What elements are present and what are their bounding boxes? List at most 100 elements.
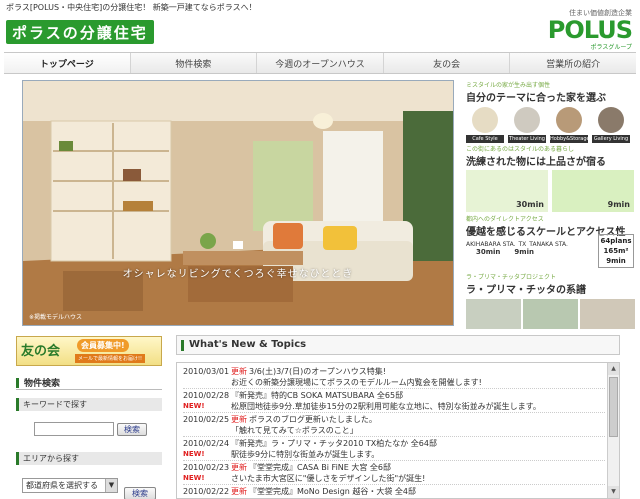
site-tagline: ポラス[POLUS・中央住宅]の分譲住宅！ 新築一戸建てならポラスへ！ [6, 3, 257, 12]
tea-cups-image: 9min [552, 170, 634, 212]
theme-theater[interactable]: Theater Living [508, 107, 546, 143]
lineage-images [466, 299, 636, 329]
promo-refined[interactable]: この街にあるのはスタイルのある暮らし 洗練された物には上品さが宿る 30min … [466, 144, 636, 214]
promo-lineage[interactable]: ラ・プリマ・チッタプロジェクト ラ・プリマ・チッタの系譜 [466, 272, 636, 329]
news-body[interactable]: 更新 3/6(土)3/7(日)のオープンハウス特集! お近くの新築分譲現場にてポラス… [231, 366, 605, 387]
promo-lineage-kicker: ラ・プリマ・チッタプロジェクト [466, 274, 557, 281]
news-title[interactable]: 『新発売』ラ・プリマ・チッタ2010 TX柏たなか 全64邸 [231, 438, 605, 449]
town-image [523, 299, 578, 329]
member-recruiting: 会員募集中! [77, 339, 129, 352]
prefecture-select[interactable]: 都道府県を選択する ▼ [22, 478, 118, 493]
news-body[interactable]: 更新 『堂堂完成』CASA Bi FiNE 大宮 全6邸 さいたま市大宮区に"優しさ… [231, 462, 605, 483]
news-title-text: 『新発売』特的CB SOKA MATSUBARA 全65邸 [231, 391, 404, 400]
theme-label: Theater Living [508, 135, 546, 143]
line-tx: TX [518, 241, 527, 248]
nav-top[interactable]: トップページ [4, 53, 131, 73]
nav-offices[interactable]: 営業所の紹介 [510, 53, 636, 73]
promo-refined-images: 30min 9min [466, 170, 636, 212]
lamp-icon [514, 107, 540, 133]
news-panel[interactable]: 2010/03/01 更新 3/6(土)3/7(日)のオープンハウス特集! お近くの新… [176, 362, 620, 499]
news-title[interactable]: 更新 3/6(土)3/7(日)のオープンハウス特集! [231, 366, 605, 377]
station-tanaka: TANAKA STA. [529, 241, 568, 248]
news-date: 2010/02/23 NEW! [183, 462, 231, 483]
hero-banner[interactable]: オシャレなリビングでくつろぐ幸せなひととき ※掲載モデルハウス [22, 80, 454, 326]
polus-brand[interactable]: 住まい価値創造企業 POLUS ポラスグループ [548, 8, 633, 51]
news-date: 2010/02/22 [183, 486, 231, 498]
promo-theme-kicker: ミスタイルの家が生み出す個性 [466, 82, 551, 89]
promo-theme[interactable]: ミスタイルの家が生み出す個性 自分のテーマに合った家を選ぶ Cafe Style… [466, 80, 636, 152]
news-list: 2010/03/01 更新 3/6(土)3/7(日)のオープンハウス特集! お近くの新… [183, 365, 605, 498]
member-banner[interactable]: 友の会 会員募集中! メールで最新情報をお届け!! [16, 336, 162, 366]
theme-gallery[interactable]: Gallery Living [592, 107, 630, 143]
news-title[interactable]: 更新 『堂堂完成』MoNo Design 越谷・大袋 全4邸 [231, 486, 605, 497]
news-item[interactable]: 2010/02/24 NEW! 『新発売』ラ・プリマ・チッタ2010 TX柏たなか … [183, 437, 605, 461]
keyword-input[interactable] [34, 422, 114, 436]
theme-categories: Cafe Style Theater Living Hobby&Storage … [466, 107, 636, 143]
keyword-search-button[interactable]: 検索 [117, 423, 147, 436]
news-date: 2010/02/25 [183, 414, 231, 435]
promo-time: 9min [607, 200, 630, 209]
news-description: お近くの新築分譲現場にてポラスのモデルルーム内覧会を開催します! [231, 378, 482, 387]
news-description: さいたま市大宮区に"優しさをデザインした街"が誕生! [231, 474, 426, 483]
news-date: 2010/03/01 [183, 366, 231, 387]
theme-cafe[interactable]: Cafe Style [466, 107, 504, 143]
news-date-text: 2010/02/23 [183, 463, 230, 472]
news-body[interactable]: 更新『堂堂完成』MoNo Design 越谷・大袋 全4邸Simple Smar… [231, 486, 605, 498]
member-note: メールで最新情報をお届け!! [75, 354, 146, 363]
promo-access[interactable]: 都内へのダイレクトアクセス 優越を感じるスケールとアクセス性 AKIHABARA… [466, 214, 636, 274]
prefecture-select-value: 都道府県を選択する [26, 481, 98, 490]
news-body[interactable]: 更新 ポラスのブログ更新いたしました。 「触れて見てみて☆ポラスのこと」 [231, 414, 605, 435]
promo-access-kicker: 都内へのダイレクトアクセス [466, 216, 544, 223]
news-item[interactable]: 2010/02/23 NEW! 更新 『堂堂完成』CASA Bi FiNE 大宮 全6… [183, 461, 605, 485]
area-search-button[interactable]: 検索 [124, 487, 156, 499]
chevron-down-icon[interactable]: ▼ [105, 479, 117, 492]
news-date-text: 2010/03/01 [183, 367, 230, 376]
news-title-text: 『新発売』ラ・プリマ・チッタ2010 TX柏たなか 全64邸 [231, 439, 437, 448]
news-date: 2010/02/28 NEW! [183, 390, 231, 411]
news-item[interactable]: 2010/02/22更新『堂堂完成』MoNo Design 越谷・大袋 全4邸S… [183, 485, 605, 498]
member-title: 友の会 [21, 344, 61, 359]
news-date-text: 2010/02/28 [183, 391, 230, 400]
update-badge: 更新 [231, 415, 247, 424]
nav-tomonokai[interactable]: 友の会 [384, 53, 511, 73]
news-body[interactable]: 『新発売』ラ・プリマ・チッタ2010 TX柏たなか 全64邸 駅徒歩9分に特別な街… [231, 438, 605, 459]
promo-theme-title: 自分のテーマに合った家を選ぶ [466, 93, 606, 104]
keyword-search-heading: キーワードで探す [16, 398, 162, 411]
news-scrollbar[interactable]: ▲ ▼ [607, 363, 619, 498]
area-search-heading: エリアから探す [16, 452, 162, 465]
site-logo[interactable]: ポラスの分譲住宅 [6, 20, 154, 44]
new-badge: NEW! [183, 474, 205, 482]
news-item[interactable]: 2010/02/25 更新 ポラスのブログ更新いたしました。 「触れて見てみて☆ポラス… [183, 413, 605, 437]
new-badge: NEW! [183, 402, 205, 410]
town-image [466, 299, 521, 329]
plans-box: 64plans 165m² 9min [598, 234, 634, 268]
theme-hobby[interactable]: Hobby&Storage [550, 107, 590, 143]
glasses-image: 30min [466, 170, 548, 212]
news-body[interactable]: 『新発売』特的CB SOKA MATSUBARA 全65邸 松原団地徒歩9分.草加… [231, 390, 605, 411]
update-badge: 更新 [231, 487, 247, 496]
news-title-text: ポラスのブログ更新いたしました。 [249, 415, 377, 424]
news-item[interactable]: 2010/02/28 NEW! 『新発売』特的CB SOKA MATSUBARA 全… [183, 389, 605, 413]
news-date-text: 2010/02/22 [183, 487, 230, 496]
scroll-down-arrow-icon[interactable]: ▼ [608, 486, 619, 498]
nav-property-search[interactable]: 物件検索 [131, 53, 258, 73]
news-description: 「触れて見てみて☆ポラスのこと」 [231, 426, 358, 435]
news-item[interactable]: 2010/03/01 更新 3/6(土)3/7(日)のオープンハウス特集! お近くの新… [183, 365, 605, 389]
plans-count: 64plans [600, 237, 632, 245]
news-description: 駅徒歩9分に特別な街並みが誕生します。 [231, 450, 380, 459]
news-title[interactable]: 更新 ポラスのブログ更新いたしました。 [231, 414, 605, 425]
living-room-photo [23, 81, 453, 325]
scroll-up-arrow-icon[interactable]: ▲ [608, 363, 619, 375]
news-title[interactable]: 『新発売』特的CB SOKA MATSUBARA 全65邸 [231, 390, 605, 401]
cafe-cup-icon [472, 107, 498, 133]
theme-label: Gallery Living [592, 135, 630, 143]
nav-open-house[interactable]: 今週のオープンハウス [257, 53, 384, 73]
promo-lineage-title: ラ・プリマ・チッタの系譜 [466, 285, 586, 296]
news-title[interactable]: 更新 『堂堂完成』CASA Bi FiNE 大宮 全6邸 [231, 462, 605, 473]
main-nav: トップページ 物件検索 今週のオープンハウス 友の会 営業所の紹介 [4, 52, 636, 74]
property-search-heading: 物件検索 [16, 376, 162, 390]
new-badge: NEW! [183, 450, 205, 458]
news-date: 2010/02/24 NEW! [183, 438, 231, 459]
theme-label: Cafe Style [466, 135, 504, 143]
scrollbar-thumb[interactable] [609, 377, 618, 437]
